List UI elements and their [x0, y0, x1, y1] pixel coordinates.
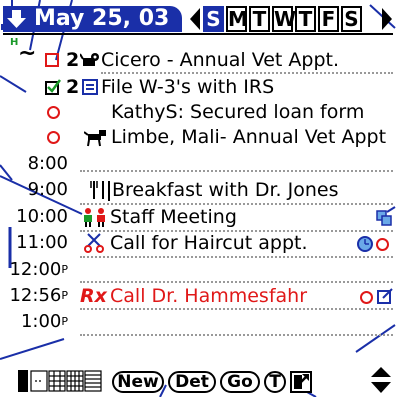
weekday-fri[interactable]: F [318, 6, 339, 32]
cat-icon [80, 53, 99, 66]
event-title[interactable]: Call for Haircut appt. [110, 231, 308, 255]
event-title[interactable]: Limbe, Mali- Annual Vet Appt [111, 125, 386, 149]
view-menu-button[interactable] [3, 6, 30, 32]
rx-icon: Rx [80, 285, 107, 307]
time-label[interactable]: 8:00 [8, 152, 68, 176]
next-week-icon[interactable] [381, 6, 393, 32]
day-view-icon[interactable] [18, 370, 28, 392]
scroll-arrows-icon[interactable] [370, 366, 392, 394]
time-label[interactable]: 9:00 [8, 178, 68, 202]
prev-week-icon[interactable] [189, 6, 201, 32]
scissors-icon [84, 233, 104, 253]
event-title[interactable]: Call Dr. Hammesfahr [110, 284, 307, 308]
weekday-tue[interactable]: T [249, 6, 270, 32]
note-icon [82, 79, 98, 95]
event-title[interactable]: Breakfast with Dr. Jones [112, 178, 338, 202]
event-title[interactable]: File W-3's with IRS [101, 75, 274, 99]
link-out-icon [377, 288, 393, 304]
date-title[interactable]: May 25, 03 [30, 6, 182, 32]
weekday-wed[interactable]: W [272, 6, 296, 32]
time-label[interactable]: 12:00P [8, 258, 68, 282]
todo-checkbox[interactable] [45, 53, 59, 67]
weekday-mon[interactable]: M [226, 6, 248, 32]
people-icon [84, 208, 105, 227]
event-title[interactable]: Cicero - Annual Vet Appt. [101, 48, 339, 72]
alarm-circle-icon [47, 131, 60, 144]
row-separator [80, 334, 393, 336]
alarm-circle-icon [376, 238, 389, 251]
row-separator [80, 256, 393, 258]
repeat-icon [376, 210, 392, 226]
weekday-sat[interactable]: S [341, 6, 362, 32]
alarm-circle-icon [47, 106, 60, 119]
fork-knife-icon [90, 181, 104, 199]
weekday-thu[interactable]: T [295, 6, 316, 32]
time-label[interactable]: 11:00 [8, 231, 68, 255]
go-button[interactable]: Go [220, 371, 260, 393]
checked-todo-icon[interactable] [45, 79, 61, 95]
time-label[interactable]: 12:56P [8, 284, 68, 308]
clock-icon [357, 236, 373, 252]
row-separator [101, 72, 393, 74]
tilde-icon: ~ [18, 41, 37, 66]
priority-label: 2 [66, 76, 80, 98]
row-separator [80, 308, 393, 310]
dog-icon [84, 130, 106, 147]
row-separator [80, 281, 393, 283]
today-button[interactable]: T [264, 371, 286, 393]
event-title[interactable]: KathyS: Secured loan form [111, 100, 364, 124]
event-title[interactable]: Staff Meeting [110, 205, 237, 229]
expand-icon[interactable] [290, 371, 312, 393]
weekday-sun[interactable]: S [203, 6, 224, 32]
row-separator [80, 170, 393, 172]
alarm-circle-icon [360, 291, 373, 304]
time-label[interactable]: 10:00 [8, 205, 68, 229]
details-button[interactable]: Det [168, 371, 216, 393]
duration-bar [108, 181, 110, 201]
view-switch-icons[interactable] [30, 370, 120, 392]
priority-label: 2 [66, 49, 80, 71]
header-divider [3, 33, 393, 35]
new-button[interactable]: New [112, 371, 164, 393]
down-arrow-icon [7, 10, 26, 28]
time-label[interactable]: 1:00P [8, 310, 68, 334]
